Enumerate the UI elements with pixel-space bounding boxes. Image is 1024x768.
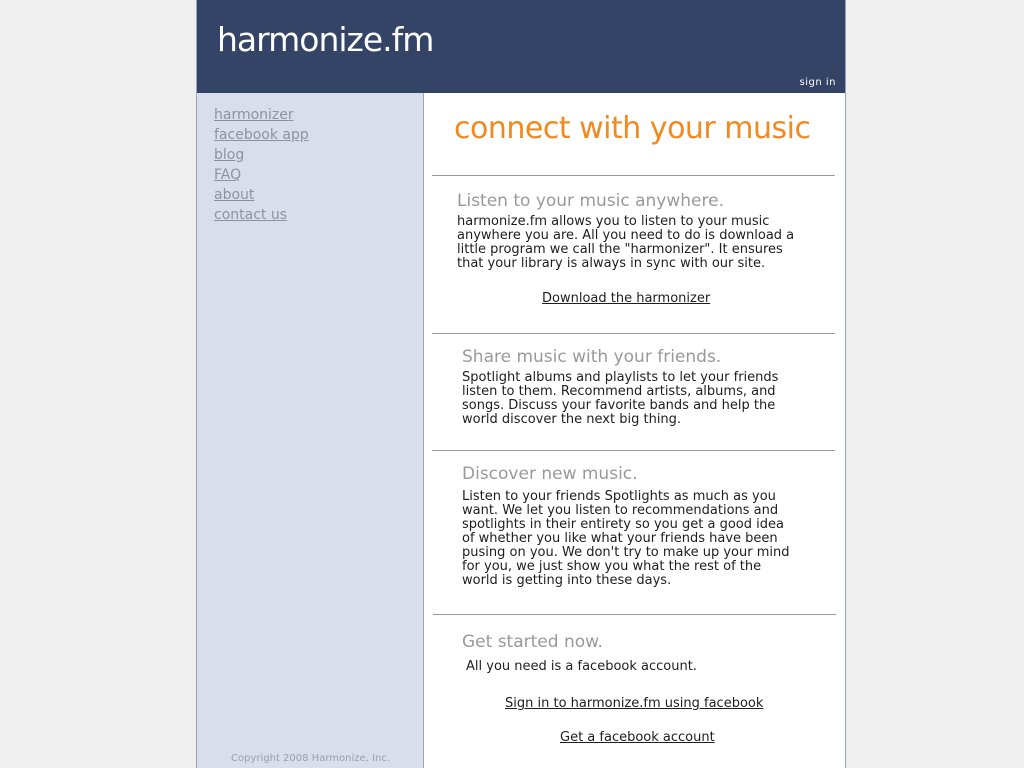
sidebar: harmonizer facebook app blog FAQ about c…: [197, 93, 424, 768]
nav-item-faq: FAQ: [214, 164, 423, 184]
logo-main: harmonize: [217, 20, 383, 59]
nav-item-facebook-app: facebook app: [214, 124, 423, 144]
body-line: for you, we just show you what the rest …: [462, 559, 762, 574]
copyright-text: Copyright 2008 Harmonize, Inc.: [231, 753, 390, 764]
nav-link-about[interactable]: about: [214, 187, 254, 203]
body-line: anywhere you are. All you need to do is …: [457, 228, 795, 243]
section-body: All you need is a facebook account.: [466, 660, 832, 674]
sign-in-link[interactable]: sign in: [800, 77, 836, 88]
body-line: Spotlight albums and playlists to let yo…: [462, 370, 779, 385]
page-frame: harmonize.fm sign in harmonizer facebook…: [196, 0, 846, 768]
section-body: Listen to your friends Spotlights as muc…: [462, 490, 832, 588]
body-line: songs. Discuss your favorite bands and h…: [462, 398, 776, 413]
nav-link-blog[interactable]: blog: [214, 147, 244, 163]
logo-suffix: .fm: [382, 20, 434, 59]
section-listen: Listen to your music anywhere. harmonize…: [457, 191, 827, 271]
divider: [432, 333, 835, 334]
nav-link-faq[interactable]: FAQ: [214, 167, 241, 183]
section-title: Listen to your music anywhere.: [457, 191, 724, 211]
body-line: want. We let you listen to recommendatio…: [462, 503, 779, 518]
body-line: spotlights in their entirety so you get …: [462, 517, 784, 532]
body-line: world is getting into these days.: [462, 573, 672, 588]
body-line: little program we call the "harmonizer".…: [457, 242, 783, 257]
section-body: Spotlight albums and playlists to let yo…: [462, 371, 832, 427]
body-line: that your library is always in sync with…: [457, 256, 766, 271]
section-title: Discover new music.: [462, 464, 638, 484]
get-facebook-account-link[interactable]: Get a facebook account: [560, 730, 715, 745]
nav-item-blog: blog: [214, 144, 423, 164]
nav-link-facebook-app[interactable]: facebook app: [214, 127, 309, 143]
nav-link-harmonizer[interactable]: harmonizer: [214, 107, 294, 123]
site-logo[interactable]: harmonize.fm: [217, 20, 434, 59]
tagline: connect with your music: [454, 111, 811, 146]
divider: [432, 175, 835, 176]
body-line: pusing on you. We don't try to make up y…: [462, 545, 790, 560]
body-line: listen to them. Recommend artists, album…: [462, 384, 776, 399]
nav-link-contact-us[interactable]: contact us: [214, 207, 287, 223]
body-line: Listen to your friends Spotlights as muc…: [462, 489, 776, 504]
main-content: connect with your music Listen to your m…: [424, 93, 845, 768]
section-discover: Discover new music. Listen to your frien…: [462, 464, 832, 588]
facebook-sign-in-link[interactable]: Sign in to harmonize.fm using facebook: [505, 696, 763, 711]
body-line: harmonize.fm allows you to listen to you…: [457, 214, 770, 229]
nav-item-harmonizer: harmonizer: [214, 104, 423, 124]
section-get-started: Get started now. All you need is a faceb…: [462, 632, 832, 674]
section-title: Get started now.: [462, 632, 603, 652]
section-share: Share music with your friends. Spotlight…: [462, 347, 832, 427]
body-line: All you need is a facebook account.: [466, 659, 697, 674]
divider: [433, 614, 836, 615]
body-line: of whether you like what your friends ha…: [462, 531, 778, 546]
nav-item-about: about: [214, 184, 423, 204]
site-header: harmonize.fm sign in: [197, 0, 845, 93]
section-body: harmonize.fm allows you to listen to you…: [457, 215, 827, 271]
section-title: Share music with your friends.: [462, 347, 722, 367]
sidebar-nav: harmonizer facebook app blog FAQ about c…: [197, 93, 423, 224]
download-harmonizer-link[interactable]: Download the harmonizer: [542, 291, 710, 306]
body-line: world discover the next big thing.: [462, 412, 682, 427]
nav-item-contact-us: contact us: [214, 204, 423, 224]
divider: [432, 450, 835, 451]
